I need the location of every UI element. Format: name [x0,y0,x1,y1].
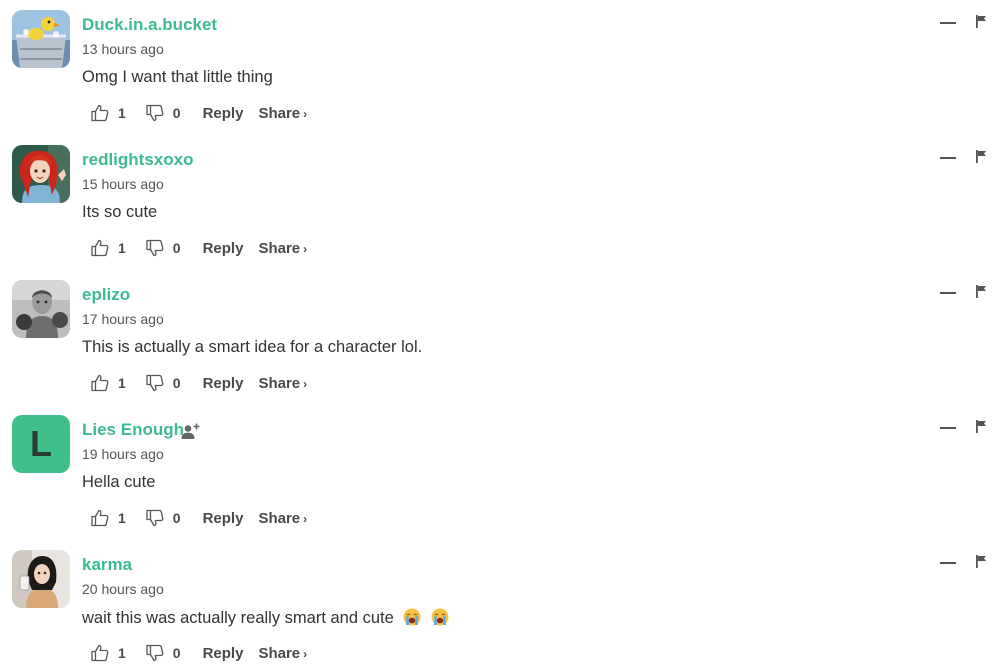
thumbs-down-icon[interactable] [145,508,165,528]
share-label: Share [258,509,301,527]
minus-icon [940,157,956,159]
minus-icon [940,292,956,294]
comment-item: karma 20 hours ago wait this was actuall… [0,540,1000,672]
thumbs-down-icon[interactable] [145,238,165,258]
username[interactable]: Duck.in.a.bucket [82,15,217,35]
thumbs-up-icon[interactable] [90,643,110,663]
flag-icon[interactable] [975,15,987,28]
boxer-photo-icon[interactable] [12,280,70,338]
chevron-right-icon: › [303,241,308,256]
share-label: Share [258,644,301,662]
share-label: Share [258,239,301,257]
like-count: 1 [118,105,126,121]
dislike-count: 0 [172,510,181,526]
username[interactable]: eplizo [82,285,130,305]
comment-text: Its so cute [82,203,158,221]
collapse-button[interactable] [940,291,956,295]
chevron-right-icon: › [303,646,308,661]
collapse-button[interactable] [940,21,956,25]
avatar-letter: L [12,415,70,473]
comment-actions: 1 0 Reply Share › [90,373,307,393]
like-count: 1 [118,510,126,526]
dislike-count: 0 [172,105,181,121]
like-count: 1 [118,240,126,256]
minus-icon [940,22,956,24]
share-label: Share [258,374,301,392]
dislike-count: 0 [172,375,181,391]
comment-actions: 1 0 Reply Share › [90,238,307,258]
comment-text: This is actually a smart idea for a char… [82,338,423,356]
reply-button[interactable]: Reply [203,105,244,122]
add-user-icon[interactable] [181,423,201,441]
timestamp: 13 hours ago [82,41,164,57]
comment-item: L Lies Enough 19 hours ago Hella cute 1 … [0,405,1000,540]
dislike-count: 0 [172,645,181,661]
person-photo-icon[interactable] [12,550,70,608]
thumbs-up-icon[interactable] [90,238,110,258]
comment-text: Omg I want that little thing [82,68,273,86]
comment-item: redlightsxoxo 15 hours ago Its so cute 1… [0,135,1000,270]
timestamp: 19 hours ago [82,446,164,462]
comment-actions: 1 0 Reply Share › [90,508,307,528]
collapse-button[interactable] [940,156,956,160]
share-button[interactable]: Share › [258,105,307,122]
dislike-count: 0 [172,240,181,256]
comment-text-content: wait this was actually really smart and … [82,609,394,627]
share-button[interactable]: Share › [258,375,307,392]
flag-icon[interactable] [975,420,987,433]
thumbs-up-icon[interactable] [90,508,110,528]
reply-button[interactable]: Reply [203,375,244,392]
thumbs-down-icon[interactable] [145,373,165,393]
comment-actions: 1 0 Reply Share › [90,643,307,663]
duck-in-bucket-icon[interactable] [12,10,70,68]
minus-icon [940,427,956,429]
username[interactable]: Lies Enough [82,420,184,440]
comment-actions: 1 0 Reply Share › [90,103,307,123]
thumbs-up-icon[interactable] [90,373,110,393]
timestamp: 17 hours ago [82,311,164,327]
share-label: Share [258,104,301,122]
flag-icon[interactable] [975,150,987,163]
like-count: 1 [118,375,126,391]
share-button[interactable]: Share › [258,240,307,257]
reply-button[interactable]: Reply [203,510,244,527]
timestamp: 20 hours ago [82,581,164,597]
minus-icon [940,562,956,564]
red-hair-character-icon[interactable] [12,145,70,203]
thumbs-down-icon[interactable] [145,103,165,123]
like-count: 1 [118,645,126,661]
username[interactable]: karma [82,555,132,575]
reply-button[interactable]: Reply [203,240,244,257]
thumbs-up-icon[interactable] [90,103,110,123]
collapse-button[interactable] [940,561,956,565]
share-button[interactable]: Share › [258,645,307,662]
loudly-crying-face-icon [403,608,421,626]
reply-button[interactable]: Reply [203,645,244,662]
comment-item: Duck.in.a.bucket 13 hours ago Omg I want… [0,0,1000,135]
comment-thread: Duck.in.a.bucket 13 hours ago Omg I want… [0,0,1000,672]
collapse-button[interactable] [940,426,956,430]
timestamp: 15 hours ago [82,176,164,192]
username[interactable]: redlightsxoxo [82,150,193,170]
chevron-right-icon: › [303,511,308,526]
comment-item: eplizo 17 hours ago This is actually a s… [0,270,1000,405]
flag-icon[interactable] [975,555,987,568]
loudly-crying-face-icon [431,608,449,626]
chevron-right-icon: › [303,106,308,121]
comment-text: Hella cute [82,473,156,491]
flag-icon[interactable] [975,285,987,298]
letter-avatar[interactable]: L [12,415,70,473]
chevron-right-icon: › [303,376,308,391]
share-button[interactable]: Share › [258,510,307,527]
thumbs-down-icon[interactable] [145,643,165,663]
comment-text: wait this was actually really smart and … [82,608,449,628]
